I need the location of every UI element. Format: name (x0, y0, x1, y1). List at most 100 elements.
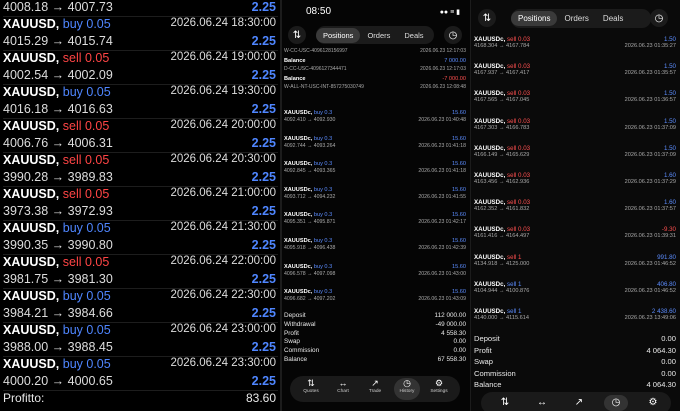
tab-deals[interactable]: Deals (397, 28, 430, 43)
summary-label: Swap (474, 357, 493, 367)
table-row[interactable]: XAUUSDc, buy 0.3 15.60 4092.744 → 4093.264… (284, 136, 466, 149)
nav-settings-icon[interactable]: ⚙ (641, 395, 665, 411)
summary-row: Balance 4 064.30 (474, 380, 676, 391)
table-row[interactable]: XAUUSDc, sell 0.03 1.50 4166.149 → 4165.62… (474, 145, 676, 158)
table-row[interactable]: XAUUSD, buy 0.05 2026.06.24 22:30:00 3984.… (3, 289, 278, 323)
nav-quotes-icon: ⇅ (307, 378, 315, 388)
trade-profit: 2.25 (251, 102, 276, 116)
table-row[interactable]: XAUUSD, sell 0.05 2026.06.24 20:00:00 4006… (3, 119, 278, 153)
trade-date: 2026.06.23 01:37:29 (624, 179, 676, 185)
table-row[interactable]: XAUUSDc, sell 0.03 1.50 4167.565 → 4167.04… (474, 90, 676, 103)
trade-symbol: XAUUSDc, (474, 144, 506, 152)
trade-header: XAUUSD, sell 0.05 (3, 187, 109, 201)
bottom-nav: ⇅ ↔ ↗ ◷ ⚙ (481, 392, 671, 411)
trade-header: XAUUSDc, sell 0.03 (474, 226, 530, 233)
table-row[interactable]: XAUUSDc, sell 0.03 -9.30 4161.416 → 4164.4… (474, 226, 676, 239)
table-row[interactable]: XAUUSDc, sell 1 991.80 4134.918 → 4125.000… (474, 254, 676, 267)
table-row[interactable]: XAUUSDc, sell 0.03 1.60 4162.352 → 4161.83… (474, 199, 676, 212)
nav-quotes-icon[interactable]: ⇅ (493, 395, 517, 411)
trade-header: XAUUSDc, sell 0.03 (474, 63, 530, 70)
table-row[interactable]: XAUUSDc, buy 0.3 15.60 4093.712 → 4094.232… (284, 187, 466, 200)
table-row[interactable]: XAUUSD, sell 0.05 2026.06.24 19:00:00 4002… (3, 51, 278, 85)
table-row[interactable]: XAUUSDc, sell 0.03 1.50 4168.304 → 4167.78… (474, 36, 676, 49)
nav-chart-icon[interactable]: ↔ (530, 395, 554, 411)
tab-positions[interactable]: Positions (316, 27, 361, 43)
trade-symbol: XAUUSD, (3, 221, 60, 235)
table-row[interactable]: XAUUSDc, buy 0.3 15.60 4096.578 → 4097.098… (284, 264, 466, 277)
trade-profit: 15.60 (452, 212, 466, 219)
history-icon[interactable]: ◷ (444, 26, 462, 44)
table-row[interactable]: XAUUSD, sell 0.05 2026.06.24 22:00:00 3981… (3, 255, 278, 289)
filter-icon[interactable]: ⇅ (478, 9, 496, 27)
trade-datetime: 2026.06.24 22:00:00 (170, 255, 276, 267)
trade-date: 2026.06.23 01:43:00 (418, 270, 466, 277)
trade-symbol: XAUUSDc, (284, 161, 313, 168)
summary-label: Withdrawal (284, 320, 316, 328)
table-row[interactable]: XAUUSDc, buy 0.3 15.60 4096.682 → 4097.202… (284, 289, 466, 302)
summary-row: Commission 0.00 (474, 369, 676, 380)
tab-deals[interactable]: Deals (596, 11, 630, 26)
history-tabs: Positions Orders Deals (511, 9, 651, 28)
trade-prices: 4163.456 → 4162.936 (474, 179, 530, 185)
trade-symbol: XAUUSDc, (474, 308, 506, 315)
tab-orders[interactable]: Orders (360, 28, 397, 43)
table-row[interactable]: XAUUSDc, buy 0.3 15.60 4092.845 → 4093.365… (284, 161, 466, 174)
trade-header: XAUUSDc, sell 0.03 (474, 172, 530, 179)
trade-header: XAUUSDc, buy 0.3 (284, 136, 332, 142)
trade-prices: 4015.29 → 4015.74 (3, 34, 113, 48)
trade-prices: 4096.682 → 4097.202 (284, 296, 336, 303)
table-row[interactable]: XAUUSD, buy 0.05 2026.06.24 21:30:00 3990.… (3, 221, 278, 255)
trade-symbol: XAUUSD, (3, 323, 60, 337)
trade-date: 2026.06.23 01:41:18 (418, 142, 466, 149)
table-row[interactable]: XAUUSDc, sell 1 406.80 4104.944 → 4100.876… (474, 281, 676, 294)
trade-profit: 2.25 (251, 204, 276, 218)
table-row[interactable]: XAUUSD, buy 0.05 2026.06.24 23:00:00 3988.… (3, 323, 278, 357)
nav-label: Settings (430, 389, 448, 394)
balance-row[interactable]: W-ALL-NT-USC-INT-857275030749 2026.06.23 … (284, 84, 466, 97)
nav-settings[interactable]: ⚙ Settings (426, 378, 452, 394)
trade-date: 2026.06.23 01:35:27 (624, 43, 676, 49)
tab-positions[interactable]: Positions (511, 11, 558, 26)
table-row[interactable]: XAUUSD, buy 0.05 2026.06.24 18:30:00 4015.… (3, 17, 278, 51)
trade-prices: 4092.744 → 4093.264 (284, 142, 336, 149)
table-row[interactable]: XAUUSD, sell 0.05 2026.06.24 20:30:00 3990… (3, 153, 278, 187)
table-row-partial[interactable]: 4008.18 → 4007.73 2.25 (3, 0, 278, 17)
table-row[interactable]: XAUUSD, buy 0.05 2026.06.24 19:30:00 4016.… (3, 85, 278, 119)
trade-date: 2026.06.23 13:49:06 (624, 315, 676, 321)
table-row[interactable]: XAUUSDc, sell 0.03 1.50 4167.937 → 4167.41… (474, 63, 676, 76)
table-row[interactable]: XAUUSDc, sell 0.03 1.60 4163.456 → 4162.93… (474, 172, 676, 185)
table-row[interactable]: XAUUSDc, buy 0.3 15.60 4095.351 → 4095.871… (284, 212, 466, 225)
table-row[interactable]: XAUUSDc, sell 0.03 1.50 4167.303 → 4166.78… (474, 118, 676, 131)
nav-history[interactable]: ◷ History (394, 378, 420, 400)
nav-trade[interactable]: ↗ Trade (362, 378, 388, 394)
summary-row: Withdrawal -49 000.00 (284, 321, 466, 330)
trade-symbol: XAUUSD, (3, 153, 60, 167)
nav-chart[interactable]: ↔ Chart (330, 378, 356, 394)
trade-profit: 2.25 (251, 238, 276, 252)
table-row[interactable]: XAUUSD, buy 0.05 2026.06.24 23:30:00 4000.… (3, 357, 278, 391)
trade-side: buy 0.05 (62, 221, 111, 235)
summary-value: 67 558.30 (437, 356, 466, 363)
nav-history-icon[interactable]: ◷ (604, 395, 628, 411)
trade-prices: 4166.149 → 4165.629 (474, 151, 530, 158)
nav-trade-icon[interactable]: ↗ (567, 395, 591, 411)
status-icons: ●● ≡ ▮ (439, 9, 460, 16)
history-icon[interactable]: ◷ (650, 9, 668, 27)
trade-symbol: XAUUSDc, (284, 289, 313, 296)
table-row[interactable]: XAUUSD, sell 0.05 2026.06.24 21:00:00 3973… (3, 187, 278, 221)
trade-symbol: XAUUSDc, (284, 263, 313, 270)
table-row[interactable]: XAUUSDc, buy 0.3 15.60 4092.410 → 4092.930… (284, 110, 466, 123)
table-row[interactable]: XAUUSDc, sell 1 2 438.60 4140.000 → 4115.6… (474, 308, 676, 321)
trade-side: sell 1 (507, 253, 522, 261)
trade-header: XAUUSDc, sell 0.03 (474, 145, 530, 152)
nav-quotes[interactable]: ⇅ Quotes (298, 378, 324, 394)
profit-value: 83.60 (245, 391, 276, 405)
trade-symbol: XAUUSD, (3, 119, 60, 133)
balance-label: Balance (284, 76, 306, 82)
trade-side: sell 0.03 (507, 90, 531, 98)
table-row[interactable]: XAUUSDc, buy 0.3 15.60 4095.918 → 4096.438… (284, 238, 466, 251)
tab-orders[interactable]: Orders (557, 11, 595, 26)
nav-settings-icon: ⚙ (434, 378, 444, 388)
trade-header: XAUUSD, sell 0.05 (3, 119, 109, 133)
filter-icon[interactable]: ⇅ (288, 26, 306, 44)
